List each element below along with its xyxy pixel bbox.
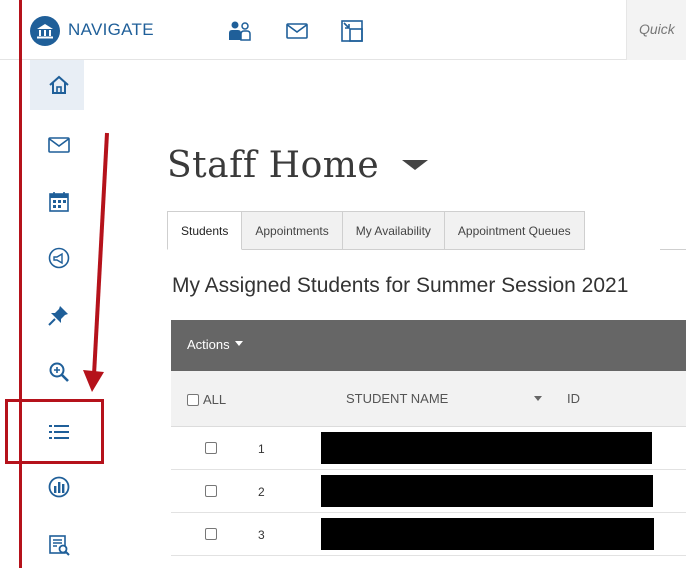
staff-home-page: NAVIGATE Quick Staff Home Students Appoi… — [0, 0, 686, 568]
annotation-highlight-box — [5, 399, 104, 464]
annotation-arrow — [83, 132, 109, 392]
